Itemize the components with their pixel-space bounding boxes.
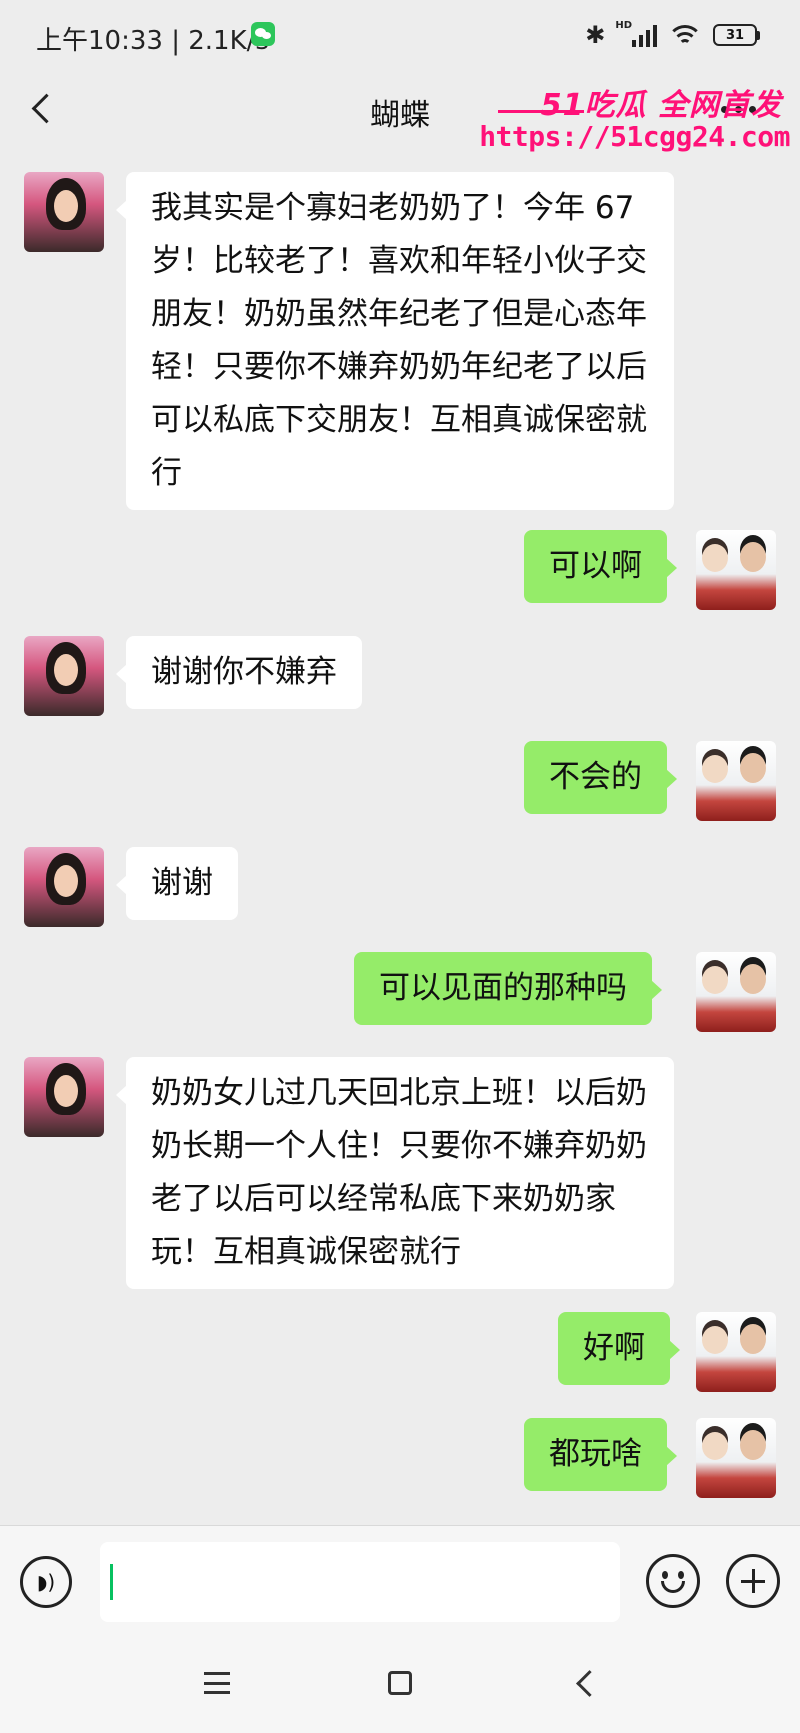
watermark-brand: 51吃瓜 全网首发 bbox=[540, 88, 782, 123]
message-bubble[interactable]: 不会的 bbox=[524, 741, 677, 814]
self-avatar[interactable] bbox=[696, 952, 776, 1032]
system-back-button[interactable] bbox=[576, 1670, 603, 1697]
self-avatar[interactable] bbox=[696, 1418, 776, 1498]
battery-level: 31 bbox=[713, 24, 757, 46]
message-bubble[interactable]: 奶奶女儿过几天回北京上班！以后奶奶长期一个人住！只要你不嫌弃奶奶老了以后可以经常… bbox=[116, 1057, 674, 1289]
message-bubble[interactable]: 谢谢你不嫌弃 bbox=[116, 636, 362, 709]
contact-avatar[interactable] bbox=[24, 172, 104, 252]
wechat-notification-icon bbox=[251, 22, 275, 46]
system-nav-bar bbox=[0, 1636, 800, 1733]
voice-input-button[interactable]: ◗) bbox=[20, 1556, 72, 1608]
status-time: 上午10:33 | 2.1K/s bbox=[36, 26, 269, 56]
text-caret bbox=[110, 1564, 113, 1600]
self-avatar[interactable] bbox=[696, 1312, 776, 1392]
contact-avatar[interactable] bbox=[24, 1057, 104, 1137]
emoji-button[interactable] bbox=[646, 1554, 700, 1608]
self-avatar[interactable] bbox=[696, 741, 776, 821]
wifi-icon bbox=[667, 23, 703, 47]
message-input[interactable] bbox=[100, 1542, 620, 1622]
recent-apps-button[interactable] bbox=[204, 1672, 230, 1694]
watermark-url: https://51cgg24.com bbox=[479, 120, 790, 153]
message-bubble[interactable]: 可以见面的那种吗 bbox=[354, 952, 662, 1025]
contact-avatar[interactable] bbox=[24, 847, 104, 927]
watermark: 51吃瓜 全网首发 https://51cgg24.com bbox=[479, 80, 794, 160]
contact-avatar[interactable] bbox=[24, 636, 104, 716]
self-avatar[interactable] bbox=[696, 530, 776, 610]
status-icons: ✱ HD 31 bbox=[585, 18, 760, 52]
status-bar: 上午10:33 | 2.1K/s ✱ HD 31 bbox=[0, 0, 800, 74]
message-bubble[interactable]: 谢谢 bbox=[116, 847, 238, 920]
hd-label: HD bbox=[615, 19, 632, 31]
message-bubble[interactable]: 可以啊 bbox=[524, 530, 677, 603]
more-functions-button[interactable] bbox=[726, 1554, 780, 1608]
message-bubble[interactable]: 都玩啥 bbox=[524, 1418, 677, 1491]
voice-icon: ◗) bbox=[36, 1570, 56, 1594]
bluetooth-icon: ✱ bbox=[585, 21, 606, 49]
message-bubble[interactable]: 好啊 bbox=[558, 1312, 680, 1385]
cellular-signal-icon bbox=[632, 23, 657, 47]
battery-icon: 31 bbox=[713, 24, 760, 46]
home-button[interactable] bbox=[388, 1671, 412, 1695]
message-bubble[interactable]: 我其实是个寡妇老奶奶了！今年 67 岁！比较老了！喜欢和年轻小伙子交朋友！奶奶虽… bbox=[116, 172, 674, 510]
input-bar: ◗) bbox=[0, 1525, 800, 1636]
